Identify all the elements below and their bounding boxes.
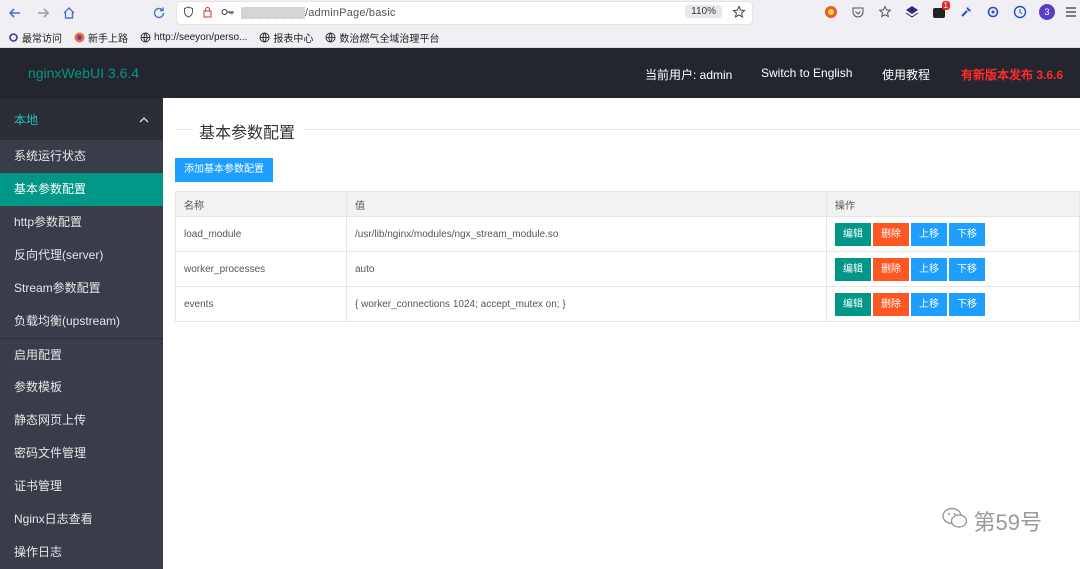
- sidebar-item-nginx-log[interactable]: Nginx日志查看: [0, 503, 163, 536]
- new-version-link[interactable]: 有新版本发布 3.6.6: [961, 66, 1063, 83]
- zoom-level[interactable]: 110%: [685, 5, 722, 18]
- shield-icon: [183, 5, 194, 21]
- move-up-button[interactable]: 上移: [911, 257, 947, 281]
- table-header-row: 名称 值 操作: [175, 191, 1080, 217]
- bookmark-label: 数治燃气全域治理平台: [339, 33, 440, 45]
- table-row: worker_processes auto 编辑 删除 上移 下移: [175, 251, 1080, 287]
- ext-badge: 1: [941, 1, 950, 10]
- page-title: 基本参数配置: [191, 119, 304, 143]
- sidebar-group-label: 本地: [14, 112, 39, 127]
- column-header-value: 值: [346, 191, 827, 217]
- switch-language-link[interactable]: Switch to English: [761, 66, 852, 80]
- sidebar-item-static-upload[interactable]: 静态网页上传: [0, 404, 163, 437]
- move-down-button[interactable]: 下移: [949, 292, 985, 316]
- clock-icon[interactable]: [1012, 4, 1028, 20]
- bookmark-item[interactable]: 报表中心: [259, 30, 313, 45]
- title-divider: [175, 129, 1080, 130]
- tracking-icon: [202, 6, 213, 21]
- sidebar-item-http[interactable]: http参数配置: [0, 206, 163, 239]
- config-table: 名称 值 操作 load_module /usr/lib/nginx/modul…: [175, 191, 1080, 322]
- sidebar-item-status[interactable]: 系统运行状态: [0, 140, 163, 173]
- bookmarks-bar: 最常访问 新手上路 http://seeyon/perso... 报表中心 数治…: [0, 27, 1080, 48]
- home-icon[interactable]: [58, 2, 80, 24]
- row-actions: 编辑 删除 上移 下移: [826, 251, 1080, 287]
- globe-icon: [140, 32, 151, 43]
- row-value: /usr/lib/nginx/modules/ngx_stream_module…: [346, 216, 827, 252]
- move-down-button[interactable]: 下移: [949, 257, 985, 281]
- sidebar-item-operation-log[interactable]: 操作日志: [0, 536, 163, 569]
- edit-button[interactable]: 编辑: [835, 222, 871, 246]
- edit-button[interactable]: 编辑: [835, 292, 871, 316]
- extension-badge-icon[interactable]: 1: [931, 1, 950, 20]
- wechat-icon: [941, 507, 968, 535]
- main-content: 基本参数配置 添加基本参数配置 名称 值 操作 load_module /usr…: [163, 98, 1080, 569]
- forward-arrow-icon[interactable]: [32, 2, 54, 24]
- row-actions: 编辑 删除 上移 下移: [826, 216, 1080, 252]
- bookmark-label: http://seeyon/perso...: [154, 31, 248, 43]
- settings-gear-icon[interactable]: [985, 4, 1001, 20]
- bookmark-item[interactable]: 最常访问: [8, 30, 62, 45]
- watermark: 第59号: [941, 505, 1042, 537]
- tutorial-link[interactable]: 使用教程: [882, 66, 930, 83]
- watermark-text: 第59号: [973, 510, 1042, 535]
- globe-icon: [259, 32, 270, 43]
- delete-button[interactable]: 删除: [873, 257, 909, 281]
- menu-icon[interactable]: [1063, 4, 1079, 20]
- layers-icon[interactable]: [904, 4, 920, 20]
- add-basic-config-button[interactable]: 添加基本参数配置: [175, 158, 273, 182]
- row-name: events: [175, 286, 347, 322]
- app-logo[interactable]: nginxWebUI 3.6.4: [28, 65, 139, 81]
- gear-icon: [8, 32, 19, 43]
- pocket-icon[interactable]: [850, 4, 866, 20]
- sidebar-item-enable-config[interactable]: 启用配置: [0, 338, 163, 371]
- bookmark-item[interactable]: 数治燃气全域治理平台: [325, 30, 439, 45]
- bookmark-label: 报表中心: [273, 33, 314, 45]
- extension-icon[interactable]: [823, 4, 839, 20]
- reload-icon[interactable]: [148, 2, 170, 24]
- delete-button[interactable]: 删除: [873, 292, 909, 316]
- delete-button[interactable]: 删除: [873, 222, 909, 246]
- wrench-icon[interactable]: [958, 4, 974, 20]
- bookmark-item[interactable]: 新手上路: [74, 30, 128, 45]
- firefox-icon: [74, 32, 85, 43]
- sidebar-item-stream[interactable]: Stream参数配置: [0, 272, 163, 305]
- sidebar-item-basic[interactable]: 基本参数配置: [0, 173, 163, 206]
- row-actions: 编辑 删除 上移 下移: [826, 286, 1080, 322]
- move-up-button[interactable]: 上移: [911, 292, 947, 316]
- globe-icon: [325, 32, 336, 43]
- bookmark-item[interactable]: http://seeyon/perso...: [140, 32, 247, 43]
- url-text: ▒▒▒▒▒▒▒▒/adminPage/basic: [241, 7, 396, 19]
- back-arrow-icon[interactable]: [4, 2, 26, 24]
- move-up-button[interactable]: 上移: [911, 222, 947, 246]
- url-bar[interactable]: ▒▒▒▒▒▒▒▒/adminPage/basic 110%: [177, 2, 752, 24]
- sidebar: 本地 系统运行状态 基本参数配置 http参数配置 反向代理(server) S…: [0, 98, 163, 569]
- sidebar-group-local[interactable]: 本地: [0, 98, 163, 140]
- key-icon: [221, 7, 235, 20]
- row-name: worker_processes: [175, 251, 347, 287]
- bookmark-label: 最常访问: [22, 33, 62, 45]
- row-value: { worker_connections 1024; accept_mutex …: [346, 286, 827, 322]
- column-header-actions: 操作: [826, 191, 1080, 217]
- row-name: load_module: [175, 216, 347, 252]
- edit-button[interactable]: 编辑: [835, 257, 871, 281]
- bookmark-star-icon[interactable]: [732, 5, 746, 22]
- app-header: nginxWebUI 3.6.4 当前用户: admin Switch to E…: [0, 48, 1080, 98]
- bookmark-label: 新手上路: [88, 33, 128, 45]
- current-user[interactable]: 当前用户: admin: [645, 66, 732, 83]
- sidebar-item-upstream[interactable]: 负载均衡(upstream): [0, 305, 163, 338]
- reader-icon[interactable]: [877, 4, 893, 20]
- sidebar-item-server[interactable]: 反向代理(server): [0, 239, 163, 272]
- sidebar-item-template[interactable]: 参数模板: [0, 371, 163, 404]
- browser-toolbar: ▒▒▒▒▒▒▒▒/adminPage/basic 110% 1 3: [0, 0, 1080, 27]
- sidebar-item-cert[interactable]: 证书管理: [0, 470, 163, 503]
- sidebar-item-password[interactable]: 密码文件管理: [0, 437, 163, 470]
- profile-badge[interactable]: 3: [1039, 4, 1055, 20]
- column-header-name: 名称: [175, 191, 347, 217]
- chevron-up-icon: [139, 112, 149, 126]
- table-row: events { worker_connections 1024; accept…: [175, 286, 1080, 322]
- table-row: load_module /usr/lib/nginx/modules/ngx_s…: [175, 216, 1080, 252]
- row-value: auto: [346, 251, 827, 287]
- move-down-button[interactable]: 下移: [949, 222, 985, 246]
